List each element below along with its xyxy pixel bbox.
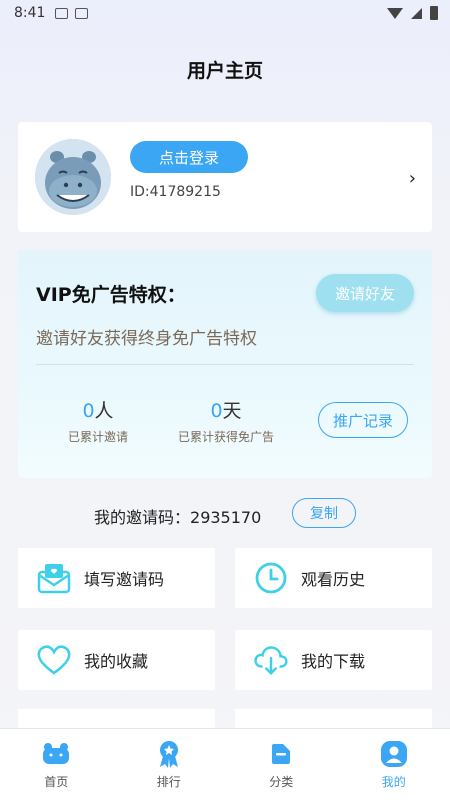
- tab-category[interactable]: 分类: [225, 729, 338, 800]
- tab-label: 我的: [381, 774, 406, 789]
- vip-description: 邀请好友获得终身免广告特权: [36, 329, 257, 349]
- ad-free-days-stat: 0天 已累计获得免广告: [168, 396, 284, 445]
- profile-card[interactable]: 点击登录 ID:41789215 ›: [18, 122, 432, 232]
- menu-my-downloads[interactable]: 我的下载: [235, 630, 432, 690]
- status-bar: 8:41: [0, 0, 450, 26]
- image-notification-icon: [55, 7, 69, 19]
- tab-label: 分类: [269, 774, 294, 789]
- invited-count-value: 0人: [56, 396, 140, 423]
- invite-code-label: 我的邀请码：: [94, 508, 191, 527]
- invited-count-label: 已累计邀请: [67, 430, 128, 444]
- page-title: 用户主页: [186, 60, 263, 82]
- ad-free-days-value: 0天: [168, 396, 284, 423]
- category-icon: [265, 740, 297, 768]
- menu-label: 我的下载: [301, 652, 366, 671]
- invited-count-unit: 人: [94, 400, 114, 422]
- menu-label: 观看历史: [301, 570, 366, 589]
- avatar[interactable]: [35, 139, 111, 215]
- login-button[interactable]: 点击登录: [130, 141, 248, 173]
- profile-icon: [378, 740, 410, 768]
- ad-free-days-label: 已累计获得免广告: [177, 430, 274, 444]
- battery-icon: [430, 6, 438, 20]
- home-icon: [40, 740, 72, 768]
- menu-label: 我的收藏: [84, 652, 149, 671]
- invite-code-text: 我的邀请码：2935170: [94, 504, 261, 528]
- invite-code-row: 我的邀请码：2935170 复制: [0, 497, 450, 531]
- menu-enter-invite-code[interactable]: 填写邀请码: [18, 548, 215, 608]
- menu-my-favorites[interactable]: 我的收藏: [18, 630, 215, 690]
- copy-button[interactable]: 复制: [292, 498, 356, 528]
- invited-count-number: 0: [82, 400, 95, 422]
- signal-icon: [411, 7, 422, 19]
- vip-card: VIP免广告特权： 邀请好友 邀请好友获得终身免广告特权 0人 已累计邀请 0天…: [18, 250, 432, 478]
- invited-count-stat: 0人 已累计邀请: [56, 396, 140, 445]
- ad-free-days-unit: 天: [222, 400, 242, 422]
- menu-label: 填写邀请码: [84, 570, 165, 589]
- invite-code-value: 2935170: [190, 508, 262, 527]
- tab-label: 首页: [44, 774, 69, 789]
- wifi-icon: [387, 7, 403, 19]
- tab-mine[interactable]: 我的: [338, 729, 450, 800]
- menu-watch-history[interactable]: 观看历史: [235, 548, 432, 608]
- vip-title: VIP免广告特权：: [36, 284, 186, 306]
- tab-ranking[interactable]: 排行: [113, 729, 226, 800]
- tab-home[interactable]: 首页: [0, 729, 113, 800]
- status-time: 8:41: [14, 5, 46, 21]
- cloud-download-icon: [253, 642, 289, 678]
- a-notification-icon: [75, 7, 89, 19]
- ad-free-days-number: 0: [210, 400, 223, 422]
- bottom-tab-bar: 首页 排行 分类 我的: [0, 728, 450, 800]
- chevron-right-icon[interactable]: ›: [409, 168, 416, 189]
- clock-icon: [253, 560, 289, 596]
- tab-label: 排行: [156, 774, 181, 789]
- heart-icon: [36, 642, 72, 678]
- promotion-records-button[interactable]: 推广记录: [318, 402, 408, 438]
- user-id: ID:41789215: [130, 184, 221, 200]
- divider: [36, 364, 414, 365]
- invite-friends-button[interactable]: 邀请好友: [316, 274, 414, 312]
- envelope-heart-icon: [36, 560, 72, 596]
- hippo-avatar-icon: [35, 139, 111, 215]
- ranking-icon: [153, 740, 185, 768]
